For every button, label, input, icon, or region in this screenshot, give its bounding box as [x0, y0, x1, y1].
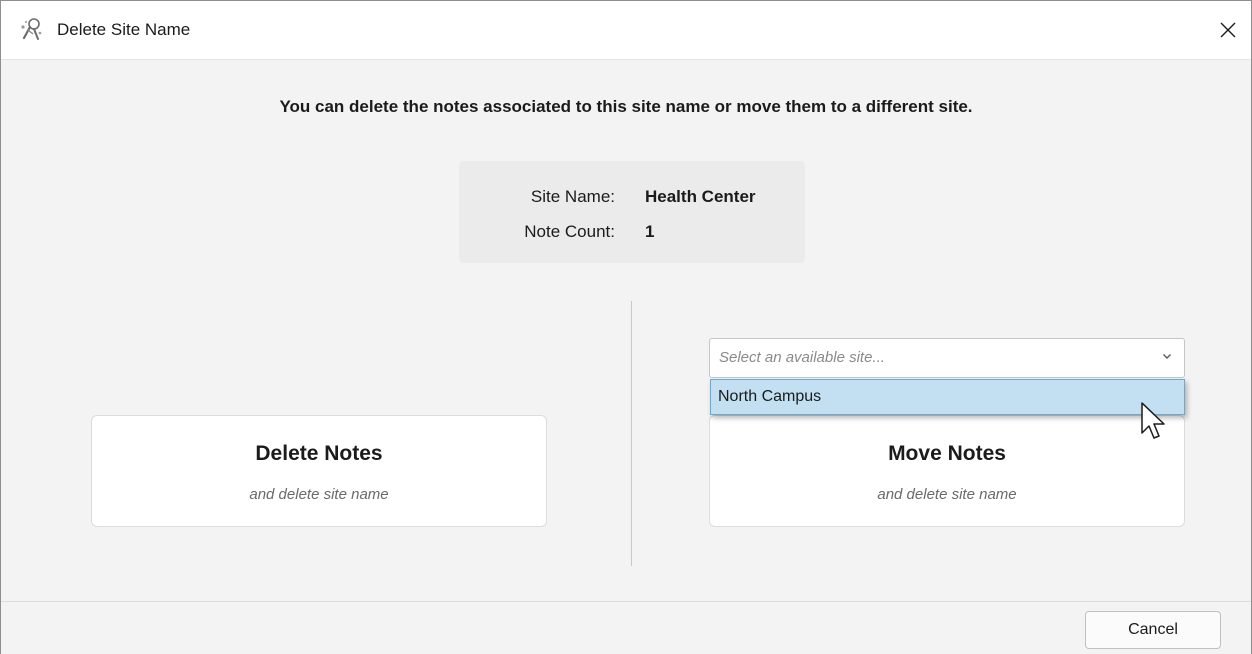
cancel-button[interactable]: Cancel [1085, 611, 1221, 649]
move-notes-title: Move Notes [888, 442, 1006, 465]
note-count-value: 1 [645, 222, 655, 241]
move-notes-button[interactable]: Move Notes and delete site name [709, 415, 1185, 527]
site-info-panel: Site Name: Health Center Note Count: 1 [459, 161, 805, 263]
site-name-value: Health Center [645, 187, 756, 206]
title-bar: Delete Site Name [1, 1, 1251, 60]
site-dropdown-list: North Campus [710, 379, 1185, 415]
move-notes-subtitle: and delete site name [877, 486, 1017, 503]
delete-notes-subtitle: and delete site name [249, 486, 389, 503]
instruction-text: You can delete the notes associated to t… [279, 97, 973, 116]
window-title: Delete Site Name [57, 20, 191, 39]
mouse-cursor-icon [1141, 402, 1165, 439]
site-name-label: Site Name: [530, 187, 615, 206]
footer-bar: Cancel [1, 601, 1251, 654]
site-select[interactable]: Select an available site... [709, 338, 1185, 378]
delete-notes-title: Delete Notes [255, 442, 383, 465]
close-button[interactable] [1205, 1, 1251, 59]
delete-notes-button[interactable]: Delete Notes and delete site name [91, 415, 547, 527]
app-logo-icon [21, 18, 42, 40]
site-select-placeholder: Select an available site... [719, 349, 885, 366]
dropdown-option-north-campus[interactable]: North Campus [718, 388, 821, 406]
close-icon [1220, 22, 1236, 38]
dialog-window: Delete Site Name You can delete the note… [0, 0, 1252, 654]
vertical-divider [631, 301, 632, 566]
note-count-label: Note Count: [524, 222, 615, 241]
chevron-down-icon [1163, 354, 1171, 359]
